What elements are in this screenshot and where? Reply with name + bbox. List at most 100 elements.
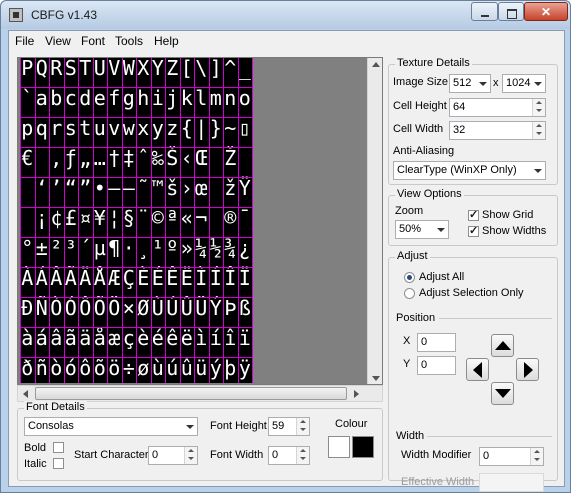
glyph-cell[interactable]: ñ: [35, 355, 50, 381]
adjust-selection-label[interactable]: Adjust Selection Only: [419, 287, 524, 299]
scroll-down-icon[interactable]: [372, 376, 380, 381]
glyph-cell[interactable]: ™: [151, 175, 166, 201]
glyph-cell[interactable]: ó: [64, 355, 79, 381]
glyph-cell[interactable]: h: [136, 85, 151, 111]
bold-checkbox[interactable]: [53, 442, 64, 453]
glyph-cell[interactable]: à: [20, 325, 35, 351]
glyph-cell[interactable]: y: [151, 115, 166, 141]
glyph-cell[interactable]: ´: [78, 235, 93, 261]
glyph-cell[interactable]: l: [194, 85, 209, 111]
width-modifier-spinner[interactable]: [530, 448, 543, 465]
glyph-cell[interactable]: ±: [35, 235, 50, 261]
glyph-cell[interactable]: ¸: [136, 235, 151, 261]
text-colour-swatch[interactable]: [352, 436, 374, 458]
glyph-cell[interactable]: ‘: [35, 175, 50, 201]
glyph-cell[interactable]: Ó: [64, 295, 79, 321]
menu-font[interactable]: Font: [81, 34, 105, 48]
glyph-cell[interactable]: ½: [209, 235, 224, 261]
glyph-cell[interactable]: í: [209, 325, 224, 351]
glyph-cell[interactable]: –: [107, 175, 122, 201]
glyph-cell[interactable]: v: [107, 115, 122, 141]
glyph-cell[interactable]: V: [107, 58, 122, 81]
glyph-cell[interactable]: W: [122, 58, 137, 81]
move-up-button[interactable]: [491, 334, 514, 357]
spin-down-icon[interactable]: [300, 457, 306, 460]
glyph-cell[interactable]: Œ: [194, 145, 209, 171]
glyph-cell[interactable]: Ô: [78, 295, 93, 321]
glyph-cell[interactable]: „: [78, 145, 93, 171]
spin-up-icon[interactable]: [534, 450, 540, 453]
show-widths-label[interactable]: Show Widths: [482, 225, 546, 237]
glyph-cell[interactable]: Õ: [93, 295, 108, 321]
glyph-cell[interactable]: ³: [64, 235, 79, 261]
glyph-cell[interactable]: Ò: [49, 295, 64, 321]
position-y-input[interactable]: 0: [417, 356, 456, 375]
glyph-cell[interactable]: ˆ: [136, 145, 151, 171]
glyph-cell[interactable]: ï: [238, 325, 253, 351]
scroll-left-icon[interactable]: [23, 390, 28, 398]
glyph-cell[interactable]: ­: [209, 205, 224, 231]
glyph-cell[interactable]: a: [35, 85, 50, 111]
glyph-cell[interactable]: Þ: [223, 295, 238, 321]
spin-up-icon[interactable]: [300, 420, 306, 423]
glyph-cell[interactable]: û: [180, 355, 195, 381]
glyph-cell[interactable]: Y: [151, 58, 166, 81]
glyph-cell[interactable]: î: [223, 325, 238, 351]
glyph-cell[interactable]: ¦: [107, 205, 122, 231]
glyph-cell[interactable]: Ž: [223, 145, 238, 171]
glyph-cell[interactable]: Z: [165, 58, 180, 81]
glyph-cell[interactable]: [209, 145, 224, 171]
glyph-cell[interactable]: Æ: [107, 265, 122, 291]
glyph-cell[interactable]: ^: [223, 58, 238, 81]
glyph-cell[interactable]: Å: [93, 265, 108, 291]
glyph-cell[interactable]: œ: [194, 175, 209, 201]
glyph-cell[interactable]: »: [180, 235, 195, 261]
glyph-cell[interactable]: õ: [93, 355, 108, 381]
glyph-cell[interactable]: ‹: [180, 145, 195, 171]
glyph-cell[interactable]: Ê: [165, 265, 180, 291]
menu-file[interactable]: File: [15, 34, 34, 48]
glyph-cell[interactable]: ¬: [194, 205, 209, 231]
glyph-cell[interactable]: g: [122, 85, 137, 111]
glyph-cell[interactable]: Û: [180, 295, 195, 321]
minimize-button[interactable]: [471, 2, 498, 21]
glyph-cell[interactable]: ¾: [223, 235, 238, 261]
glyph-cell[interactable]: Ì: [194, 265, 209, 291]
adjust-selection-radio[interactable]: [404, 288, 415, 299]
menu-view[interactable]: View: [45, 34, 71, 48]
glyph-cell[interactable]: å: [93, 325, 108, 351]
font-height-input[interactable]: 59: [268, 417, 310, 436]
preview-vertical-scrollbar[interactable]: [367, 58, 382, 384]
glyph-cell[interactable]: Ý: [209, 295, 224, 321]
glyph-cell[interactable]: w: [122, 115, 137, 141]
glyph-cell[interactable]: €: [20, 145, 35, 171]
glyph-cell[interactable]: f: [107, 85, 122, 111]
menu-tools[interactable]: Tools: [115, 34, 143, 48]
glyph-cell[interactable]: Ë: [180, 265, 195, 291]
glyph-cell[interactable]: °: [20, 235, 35, 261]
glyph-cell[interactable]: z: [165, 115, 180, 141]
glyph-cell[interactable]: ý: [209, 355, 224, 381]
start-character-spinner[interactable]: [184, 447, 197, 464]
glyph-cell[interactable]: â: [49, 325, 64, 351]
move-right-button[interactable]: [516, 358, 539, 381]
scroll-right-icon[interactable]: [354, 390, 359, 398]
cell-height-input[interactable]: 64: [449, 98, 546, 117]
cell-height-spinner[interactable]: [532, 99, 545, 116]
glyph-cell[interactable]: t: [78, 115, 93, 141]
glyph-cell[interactable]: ž: [223, 175, 238, 201]
glyph-cell[interactable]: á: [35, 325, 50, 351]
glyph-cell[interactable]: ¹: [151, 235, 166, 261]
glyph-cell[interactable]: ¼: [194, 235, 209, 261]
font-preview-canvas[interactable]: P Q R S T U V W X Y Z[\] ^ _ ` a b c d e f g h i j k l m n o pqrstu…: [17, 57, 383, 385]
glyph-cell[interactable]: ƒ: [64, 145, 79, 171]
glyph-cell[interactable]: «: [180, 205, 195, 231]
glyph-cell[interactable]: ù: [151, 355, 166, 381]
glyph-cell[interactable]: š: [165, 175, 180, 201]
glyph-cell[interactable]: þ: [223, 355, 238, 381]
glyph-cell[interactable]: [238, 145, 253, 171]
glyph-cell[interactable]: Â: [49, 265, 64, 291]
glyph-cell[interactable]: o: [238, 85, 253, 111]
glyph-cell[interactable]: ▯: [238, 115, 253, 141]
glyph-cell[interactable]: U: [93, 58, 108, 81]
